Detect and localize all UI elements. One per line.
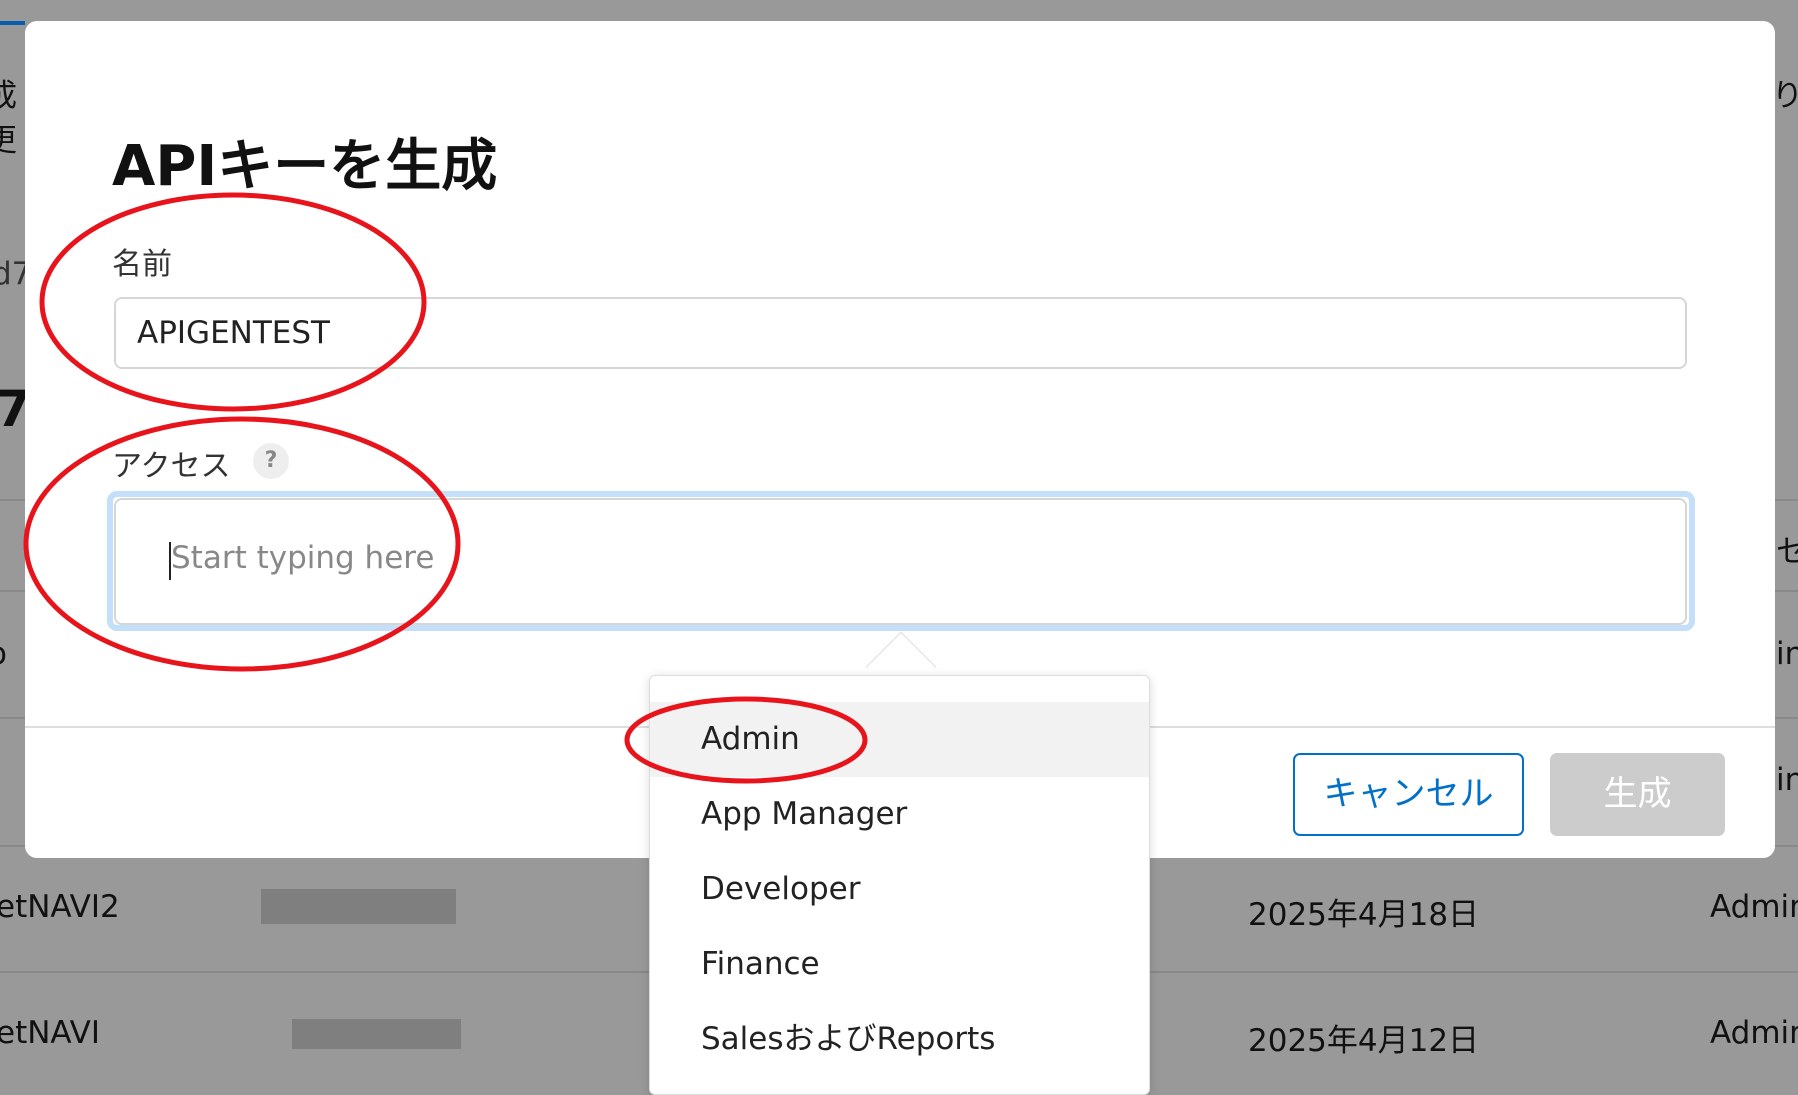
row-name: etNAVI bbox=[0, 1015, 100, 1051]
bg-fragment: セ bbox=[1776, 534, 1798, 570]
dropdown-item-sales-reports[interactable]: SalesおよびReports bbox=[650, 1002, 1149, 1077]
row-role: Admin bbox=[1710, 889, 1798, 925]
dropdown-item-app-manager[interactable]: App Manager bbox=[650, 777, 1149, 852]
access-input[interactable]: Start typing here bbox=[114, 498, 1687, 625]
dialog-title: APIキーを生成 bbox=[112, 134, 498, 199]
bg-fragment: 更 bbox=[0, 123, 17, 159]
dropdown-item-developer[interactable]: Developer bbox=[650, 852, 1149, 927]
access-placeholder: Start typing here bbox=[171, 540, 435, 576]
bg-fragment: 成 bbox=[0, 78, 17, 114]
dropdown-item-admin[interactable]: Admin bbox=[650, 702, 1149, 777]
background-tab-indicator bbox=[0, 21, 25, 25]
cancel-button[interactable]: キャンセル bbox=[1293, 753, 1524, 836]
redacted-value bbox=[261, 889, 456, 924]
bg-fragment: in bbox=[1776, 762, 1798, 798]
access-label: アクセス bbox=[112, 449, 231, 484]
dropdown-item-finance[interactable]: Finance bbox=[650, 927, 1149, 1002]
redacted-value bbox=[292, 1019, 461, 1049]
row-date: 2025年4月18日 bbox=[1248, 897, 1480, 933]
row-name: etNAVI2 bbox=[0, 889, 120, 925]
bg-fragment: o bbox=[0, 636, 7, 672]
name-label: 名前 bbox=[112, 247, 172, 282]
bg-fragment: り bbox=[1772, 78, 1798, 114]
row-date: 2025年4月12日 bbox=[1248, 1023, 1480, 1059]
help-icon[interactable]: ? bbox=[253, 443, 289, 479]
row-role: Admin bbox=[1710, 1015, 1798, 1051]
bg-fragment: in bbox=[1776, 636, 1798, 672]
name-input[interactable]: APIGENTEST bbox=[114, 297, 1687, 369]
generate-button[interactable]: 生成 bbox=[1550, 753, 1725, 836]
access-dropdown: Admin App Manager Developer Finance Sale… bbox=[649, 675, 1150, 1095]
